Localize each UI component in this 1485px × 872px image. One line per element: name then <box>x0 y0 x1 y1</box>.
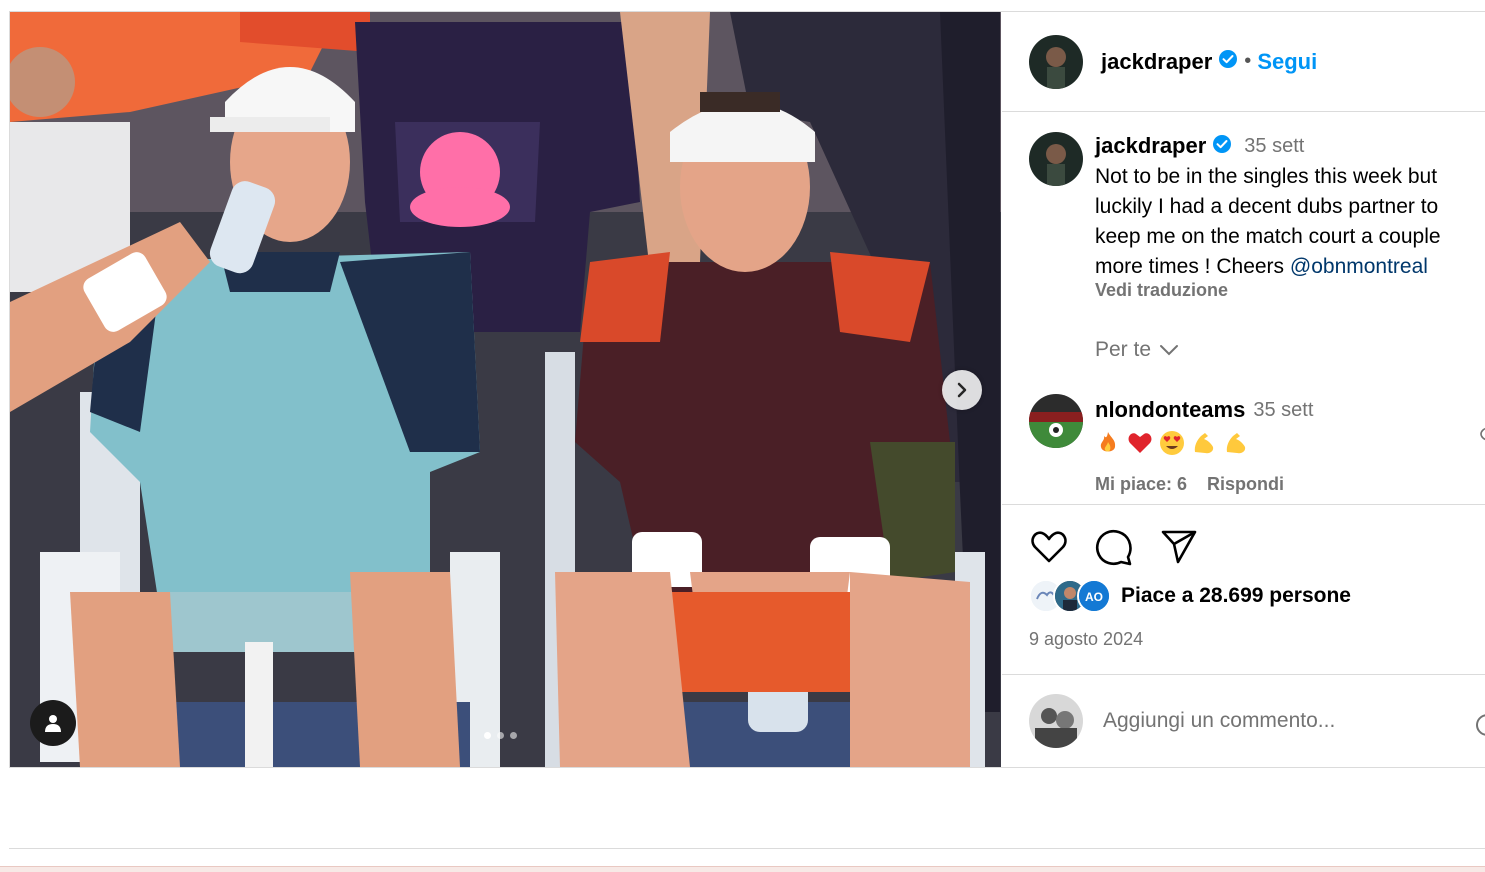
reply-button[interactable]: Rispondi <box>1207 474 1284 495</box>
commenter-username[interactable]: nlondonteams <box>1095 397 1245 423</box>
share-button[interactable] <box>1159 527 1199 567</box>
carousel-indicators <box>484 732 517 739</box>
carousel-dot <box>484 732 491 739</box>
likes-count[interactable]: Piace a 28.699 persone <box>1121 584 1351 608</box>
header-separator: • <box>1244 50 1252 72</box>
comment-text <box>1095 426 1465 460</box>
current-user-avatar <box>1029 694 1083 748</box>
follow-button[interactable]: Segui <box>1257 49 1317 75</box>
instagram-post: jackdraper • Segui jackdraper 35 sett No… <box>9 11 1485 768</box>
see-translation-link[interactable]: Vedi traduzione <box>1095 280 1228 301</box>
comments-sort-dropdown[interactable]: Per te <box>1095 338 1179 362</box>
chevron-right-icon <box>957 382 967 398</box>
flexed-biceps-emoji-icon <box>1194 433 1214 454</box>
post-header: jackdraper • Segui <box>1002 12 1485 112</box>
comment-time[interactable]: 35 sett <box>1253 399 1313 422</box>
next-image-button[interactable] <box>942 370 982 410</box>
carousel-dot <box>497 732 504 739</box>
comment-button[interactable] <box>1094 527 1134 567</box>
comment-likes-count[interactable]: Mi piace: 6 <box>1095 474 1187 495</box>
share-icon <box>1161 530 1197 564</box>
add-comment-bar <box>1002 674 1485 767</box>
verified-badge-icon <box>1218 49 1238 74</box>
page-bottom-strip <box>0 866 1485 872</box>
comments-sort-label: Per te <box>1095 338 1152 361</box>
svg-text:AO: AO <box>1085 590 1103 604</box>
comment-like-heart-icon[interactable] <box>1479 426 1485 447</box>
tagged-users-button[interactable] <box>30 700 76 746</box>
post-date[interactable]: 9 agosto 2024 <box>1029 629 1143 650</box>
chevron-down-icon <box>1160 345 1179 356</box>
author-username[interactable]: jackdraper <box>1101 49 1212 75</box>
flexed-biceps-emoji-icon <box>1226 433 1246 454</box>
like-button[interactable] <box>1029 527 1069 567</box>
user-icon <box>45 715 61 732</box>
comment-icon <box>1095 529 1132 566</box>
likes-summary: AO Piace a 28.699 persone <box>1029 579 1351 613</box>
carousel-dot <box>510 732 517 739</box>
likers-avatars: AO <box>1029 579 1117 613</box>
emoji-picker-button[interactable] <box>1475 713 1485 742</box>
heart-icon <box>1031 531 1067 563</box>
caption-mention-link[interactable]: @obnmontreal <box>1290 255 1428 278</box>
author-avatar[interactable] <box>1029 34 1083 89</box>
post-side-panel: jackdraper • Segui jackdraper 35 sett No… <box>1002 12 1485 767</box>
post-actions <box>1029 527 1199 567</box>
post-actions-section: AO Piace a 28.699 persone 9 agosto 2024 <box>1002 504 1485 674</box>
caption-text: Not to be in the singles this week but l… <box>1095 162 1485 282</box>
post-photo <box>10 12 1001 767</box>
verified-badge-icon <box>1212 134 1232 159</box>
fire-emoji-icon <box>1100 432 1116 452</box>
caption-time[interactable]: 35 sett <box>1244 135 1304 158</box>
emoji-icon <box>1475 714 1485 736</box>
post-media[interactable] <box>10 12 1001 767</box>
red-heart-emoji-icon <box>1128 433 1152 453</box>
caption-author-username[interactable]: jackdraper <box>1095 133 1206 159</box>
commenter-avatar[interactable] <box>1029 394 1083 448</box>
page-divider <box>9 848 1485 849</box>
liker-avatar[interactable]: AO <box>1077 579 1111 613</box>
caption-author-avatar[interactable] <box>1029 132 1083 186</box>
heart-eyes-emoji-icon <box>1160 431 1184 455</box>
add-comment-input[interactable] <box>1103 709 1433 733</box>
